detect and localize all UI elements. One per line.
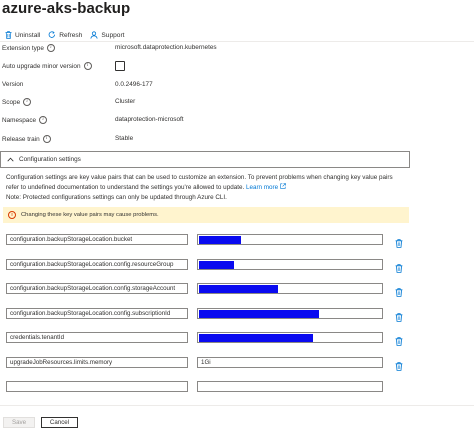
configuration-settings-toggle[interactable]: Configuration settings [0, 151, 410, 168]
redacted-value [199, 334, 313, 342]
delete-row-button[interactable] [395, 358, 403, 376]
config-value-input[interactable] [197, 234, 383, 245]
delete-row-button[interactable] [395, 309, 403, 327]
delete-row-button[interactable] [395, 333, 403, 351]
warning-icon: ! [8, 211, 16, 219]
external-link-icon [280, 183, 286, 189]
config-key-input[interactable]: configuration.backupStorageLocation.conf… [6, 283, 188, 294]
namespace-value: dataprotection-microsoft [115, 116, 184, 123]
chevron-up-icon [7, 157, 14, 162]
config-value-input[interactable] [197, 259, 383, 270]
release-train-value: Stable [115, 135, 134, 142]
auto-upgrade-label: Auto upgrade minor version i [2, 62, 92, 70]
more-options-button[interactable]: ··· [101, 2, 114, 13]
configuration-settings-title: Configuration settings [19, 156, 81, 163]
trash-icon [5, 31, 12, 39]
namespace-label-text: Namespace [2, 116, 37, 124]
config-key-input[interactable]: credentials.tenantId [6, 332, 188, 343]
config-key-input[interactable]: configuration.backupStorageLocation.conf… [6, 259, 188, 270]
delete-row-button[interactable] [395, 235, 403, 253]
refresh-label: Refresh [59, 31, 83, 39]
release-train-label-text: Release train [2, 135, 40, 143]
version-value: 0.0.2496-177 [115, 81, 153, 88]
delete-row-button[interactable] [395, 260, 403, 278]
info-icon[interactable]: i [39, 116, 48, 124]
trash-icon [395, 313, 403, 322]
scope-value: Cluster [115, 98, 136, 105]
trash-icon [395, 337, 403, 346]
person-support-icon [90, 31, 98, 39]
warning-banner: ! Changing these key value pairs may cau… [3, 207, 409, 223]
redacted-value [199, 285, 278, 293]
version-label-text: Version [2, 81, 24, 88]
uninstall-button[interactable]: Uninstall [5, 31, 40, 39]
description-text: Configuration settings are key value pai… [6, 174, 393, 191]
cancel-button[interactable]: Cancel [41, 417, 78, 428]
support-button[interactable]: Support [90, 31, 125, 39]
info-icon[interactable]: i [42, 135, 51, 143]
trash-icon [395, 288, 403, 297]
info-icon[interactable]: i [83, 62, 92, 70]
extension-type-value: microsoft.dataprotection.kubernetes [115, 44, 217, 51]
refresh-button[interactable]: Refresh [48, 31, 82, 39]
config-value-text: 1Gi [201, 359, 211, 366]
configuration-description: Configuration settings are key value pai… [6, 173, 406, 192]
scope-label-text: Scope [2, 98, 21, 106]
learn-more-link[interactable]: Learn more [245, 183, 286, 191]
learn-more-text: Learn more [245, 183, 279, 191]
trash-icon [395, 362, 403, 371]
trash-icon [395, 239, 403, 248]
release-train-label: Release train i [2, 135, 51, 143]
config-value-input[interactable] [197, 332, 383, 343]
extension-type-label-text: Extension type [2, 44, 44, 52]
delete-row-button[interactable] [395, 284, 403, 302]
redacted-value [199, 261, 234, 269]
namespace-label: Namespace i [2, 116, 48, 124]
config-key-input[interactable]: upgradeJobResources.limits.memory [6, 357, 188, 368]
info-icon[interactable]: i [46, 44, 55, 52]
auto-upgrade-checkbox[interactable] [115, 61, 125, 71]
redacted-value [199, 236, 241, 244]
warning-text: Changing these key value pairs may cause… [21, 212, 159, 218]
config-key-input[interactable]: configuration.backupStorageLocation.buck… [6, 234, 188, 245]
footer-divider [0, 405, 474, 406]
config-value-input[interactable]: 1Gi [197, 357, 383, 368]
config-value-input[interactable] [197, 381, 383, 392]
info-icon[interactable]: i [23, 98, 32, 106]
auto-upgrade-label-text: Auto upgrade minor version [2, 62, 81, 70]
redacted-value [199, 310, 319, 318]
version-label: Version [2, 81, 23, 88]
trash-icon [395, 264, 403, 273]
uninstall-label: Uninstall [15, 31, 41, 39]
save-button[interactable]: Save [3, 417, 35, 428]
config-value-input[interactable] [197, 308, 383, 319]
extension-type-label: Extension type i [2, 44, 55, 52]
scope-label: Scope i [2, 98, 32, 106]
config-key-input[interactable]: configuration.backupStorageLocation.conf… [6, 308, 188, 319]
config-value-input[interactable] [197, 283, 383, 294]
config-key-input[interactable] [6, 381, 188, 392]
toolbar-divider [0, 41, 474, 42]
support-label: Support [101, 31, 125, 39]
refresh-icon [48, 31, 56, 38]
protected-config-note: Note: Protected configurations settings … [6, 194, 227, 201]
